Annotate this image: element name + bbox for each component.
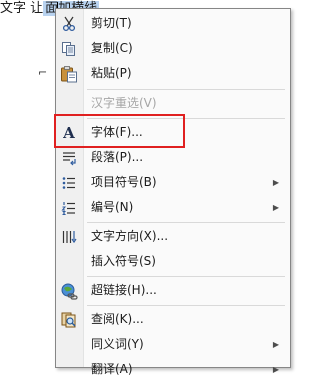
menu-item-label: 粘贴(P)	[91, 66, 132, 80]
paste-icon	[59, 64, 79, 83]
menu-item-label: 段落(P)...	[91, 150, 144, 164]
menu-item-copy[interactable]: 复制(C)	[56, 36, 290, 61]
menu-item-cut[interactable]: 剪切(T)	[56, 11, 290, 36]
submenu-arrow-icon: ▶	[272, 203, 279, 212]
menu-item-label: 同义词(Y)	[91, 337, 144, 351]
menu-item-label: 项目符号(B)	[91, 175, 157, 189]
menu-item-numbering[interactable]: 编号(N) ▶	[56, 195, 290, 220]
menu-item-insert-symbol[interactable]: 插入符号(S)	[56, 249, 290, 274]
menu-separator	[87, 222, 285, 223]
menu-item-paragraph[interactable]: 段落(P)...	[56, 145, 290, 170]
submenu-arrow-icon: ▶	[272, 365, 279, 374]
menu-item-label: 翻译(A)	[91, 362, 133, 376]
hyperlink-icon	[59, 281, 79, 300]
menu-item-paste[interactable]: 粘贴(P)	[56, 61, 290, 86]
menu-item-text-direction[interactable]: 文字方向(X)...	[56, 224, 290, 249]
menu-separator	[87, 276, 285, 277]
menu-item-translate[interactable]: 翻译(A) ▶	[56, 357, 290, 382]
menu-item-label: 文字方向(X)...	[91, 229, 169, 243]
bullets-icon	[59, 173, 79, 192]
submenu-arrow-icon: ▶	[272, 178, 279, 187]
document-text-plain: 文字 让	[0, 1, 44, 16]
menu-item-label: 编号(N)	[91, 200, 134, 214]
copy-icon	[59, 39, 79, 58]
menu-item-hyperlink[interactable]: 超链接(H)...	[56, 278, 290, 303]
scissors-icon	[59, 14, 79, 33]
menu-item-label: 查阅(K)...	[91, 312, 144, 326]
menu-separator	[87, 89, 285, 90]
menu-item-label: 超链接(H)...	[91, 283, 157, 297]
annotation-highlight-box	[54, 114, 185, 148]
menu-item-label: 复制(C)	[91, 41, 133, 55]
menu-item-bullets[interactable]: 项目符号(B) ▶	[56, 170, 290, 195]
paragraph-bracket-mark: ⌐	[38, 66, 48, 79]
menu-item-label: 插入符号(S)	[91, 254, 156, 268]
context-menu: 剪切(T) 复制(C) 粘贴(P) 汉字重选(V) A 字体(F)... 段落(…	[55, 8, 291, 376]
menu-item-research[interactable]: 查阅(K)...	[56, 307, 290, 332]
research-icon	[59, 310, 79, 329]
menu-item-reconvert: 汉字重选(V)	[56, 91, 290, 116]
menu-item-synonyms[interactable]: 同义词(Y) ▶	[56, 332, 290, 357]
menu-separator	[87, 305, 285, 306]
paragraph-icon	[59, 148, 79, 167]
menu-item-label: 剪切(T)	[91, 16, 132, 30]
numbering-icon	[59, 198, 79, 217]
menu-item-label: 汉字重选(V)	[91, 96, 157, 110]
text-direction-icon	[59, 227, 79, 246]
submenu-arrow-icon: ▶	[272, 340, 279, 349]
